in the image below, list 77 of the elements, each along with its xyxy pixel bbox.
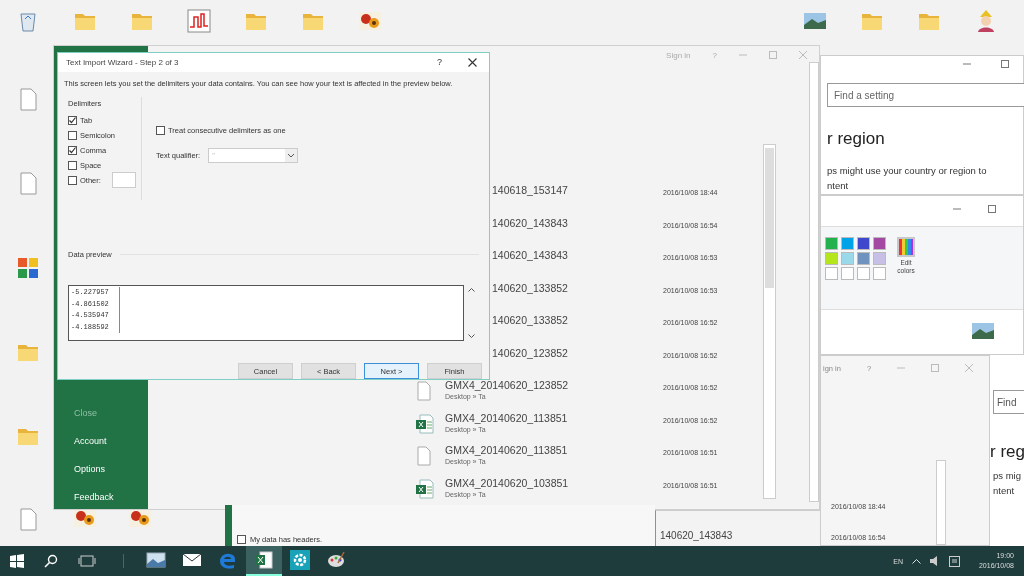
backstage-menu-item[interactable]: Options: [74, 462, 148, 477]
checkbox[interactable]: [68, 160, 77, 170]
search-icon[interactable]: [44, 554, 58, 568]
scrollbar[interactable]: [763, 144, 776, 499]
chevron-up-icon[interactable]: [911, 558, 921, 564]
dialog-title: Text Import Wizard - Step 2 of 3: [66, 57, 180, 67]
file-name[interactable]: 140620_143843: [492, 216, 663, 230]
color-swatch[interactable]: [825, 252, 838, 265]
color-swatch[interactable]: [857, 237, 870, 250]
color-swatch[interactable]: [825, 267, 838, 280]
file-name[interactable]: 140620_123852: [492, 346, 663, 360]
maximize-icon[interactable]: [1001, 60, 1009, 68]
rainbow-palette-icon[interactable]: [897, 237, 915, 257]
checkbox[interactable]: [237, 535, 246, 544]
file-name[interactable]: GMX4_20140620_113851: [445, 411, 663, 425]
description-text: ntent: [993, 484, 1016, 498]
file-icon[interactable]: [416, 446, 432, 466]
spreadsheet-file-icon[interactable]: [416, 413, 434, 434]
checkbox[interactable]: [156, 125, 165, 135]
file-name[interactable]: GMX4_20140620_113851: [445, 444, 663, 457]
windows-start-icon[interactable]: [10, 554, 24, 568]
search-field[interactable]: Find: [993, 390, 1024, 414]
help-button[interactable]: ?: [437, 57, 442, 68]
page-heading: r region: [827, 129, 886, 149]
color-swatch[interactable]: [841, 252, 854, 265]
speaker-icon[interactable]: [929, 556, 940, 566]
scroll-up-icon[interactable]: [467, 287, 475, 292]
file-name[interactable]: 140620_133852: [492, 281, 663, 295]
color-swatch[interactable]: [841, 267, 854, 280]
backstage-menu-item[interactable]: Account: [74, 434, 148, 449]
maximize-icon[interactable]: [988, 205, 996, 213]
description-text: ps might use your country or region to: [827, 164, 988, 178]
task-view-icon[interactable]: [78, 554, 96, 568]
checkbox[interactable]: [68, 145, 77, 155]
description-text: ntent: [827, 179, 850, 193]
scrollbar[interactable]: [936, 460, 946, 545]
file-name[interactable]: 140620_133852: [492, 314, 663, 327]
color-swatch[interactable]: [873, 267, 886, 280]
file-name[interactable]: GMX4_20140620_123852: [445, 379, 663, 392]
checkbox[interactable]: [68, 115, 77, 125]
restore-icon[interactable]: [931, 364, 940, 372]
color-swatch[interactable]: [857, 267, 870, 280]
taskbar-app[interactable]: [246, 546, 282, 576]
minimize-icon[interactable]: [953, 205, 961, 213]
color-swatch[interactable]: [825, 237, 838, 250]
file-name[interactable]: 140618_153147: [492, 184, 663, 197]
gear-icon: [290, 550, 310, 570]
file-name[interactable]: 140620_143843: [660, 530, 733, 541]
other-delimiter-field[interactable]: [111, 172, 136, 189]
file-name[interactable]: GMX4_20140620_103851: [445, 476, 663, 490]
restore-icon[interactable]: [769, 51, 777, 59]
scroll-down-icon[interactable]: [467, 334, 475, 339]
backstage-menu-item[interactable]: Feedback: [74, 490, 148, 505]
color-swatch[interactable]: [857, 252, 870, 265]
scrollbar[interactable]: [809, 62, 819, 502]
color-swatch[interactable]: [841, 237, 854, 250]
description-text: ps mig: [993, 469, 1022, 483]
color-swatch[interactable]: [873, 237, 886, 250]
file-icon[interactable]: [416, 381, 432, 401]
spreadsheet-file-icon[interactable]: [416, 478, 434, 499]
checkbox[interactable]: [68, 130, 77, 140]
search-field[interactable]: Find a setting: [827, 83, 1024, 107]
file-name[interactable]: 140620_143843: [492, 249, 663, 262]
backstage-menu-item: Close: [74, 407, 98, 420]
spreadsheet-icon: [254, 550, 274, 570]
minimize-icon[interactable]: [963, 60, 971, 68]
palette-icon: [326, 550, 346, 570]
grid-app-icon[interactable]: [16, 256, 40, 280]
chart-icon[interactable]: [187, 9, 211, 33]
color-swatch[interactable]: [873, 252, 886, 265]
flower-image-icon[interactable]: [358, 9, 382, 33]
caret-icon[interactable]: [285, 148, 298, 162]
page-heading: r reg: [990, 442, 1024, 462]
photos-icon: [146, 550, 166, 570]
close-icon[interactable]: [468, 57, 477, 67]
notification-icon[interactable]: [948, 555, 960, 567]
checkbox[interactable]: [68, 175, 77, 185]
